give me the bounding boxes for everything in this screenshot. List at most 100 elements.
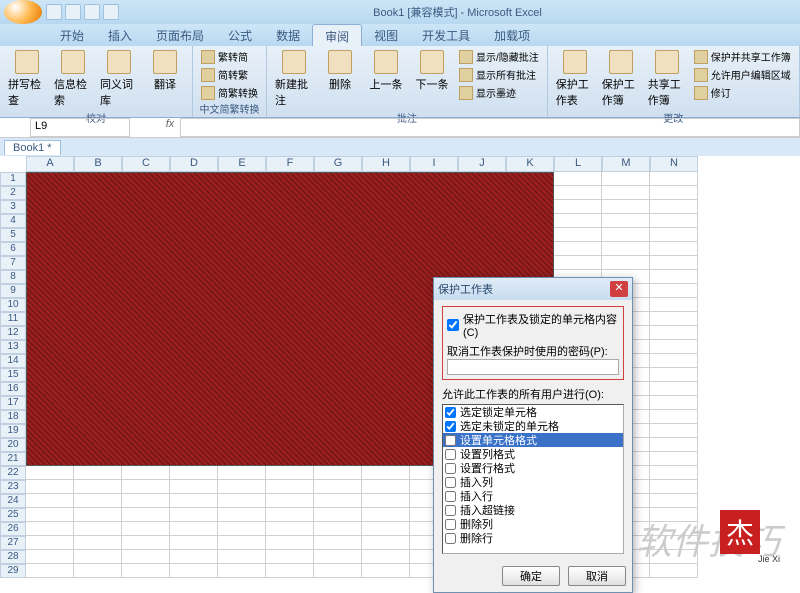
column-header[interactable]: C [122, 156, 170, 172]
protect-checkbox-input[interactable] [447, 319, 459, 331]
tab-data[interactable]: 数据 [264, 24, 312, 46]
row-header[interactable]: 7 [0, 256, 26, 270]
protect-sheet-button[interactable]: 保护工作表 [554, 48, 596, 110]
protect-share-button[interactable]: 保护并共享工作簿 [692, 48, 793, 65]
research-button[interactable]: 信息检索 [52, 48, 94, 110]
cell[interactable] [26, 480, 74, 494]
row-header[interactable]: 21 [0, 452, 26, 466]
row-header[interactable]: 6 [0, 242, 26, 256]
cell[interactable] [314, 480, 362, 494]
close-icon[interactable]: ✕ [610, 281, 628, 297]
permission-option[interactable]: 删除列 [443, 517, 623, 531]
cell[interactable] [650, 466, 698, 480]
new-comment-button[interactable]: 新建批注 [273, 48, 315, 110]
row-header[interactable]: 23 [0, 480, 26, 494]
tab-home[interactable]: 开始 [48, 24, 96, 46]
cell[interactable] [314, 550, 362, 564]
ok-button[interactable]: 确定 [502, 566, 560, 586]
permission-checkbox[interactable] [445, 491, 456, 502]
row-header[interactable]: 3 [0, 200, 26, 214]
row-header[interactable]: 9 [0, 284, 26, 298]
permission-option[interactable]: 设置列格式 [443, 447, 623, 461]
column-header[interactable]: K [506, 156, 554, 172]
tab-insert[interactable]: 插入 [96, 24, 144, 46]
protect-workbook-button[interactable]: 保护工作簿 [600, 48, 642, 110]
column-header[interactable]: H [362, 156, 410, 172]
row-header[interactable]: 2 [0, 186, 26, 200]
permission-checkbox[interactable] [445, 407, 456, 418]
permission-checkbox[interactable] [445, 421, 456, 432]
cell[interactable] [650, 494, 698, 508]
office-button[interactable] [4, 0, 42, 24]
row-header[interactable]: 28 [0, 550, 26, 564]
row-header[interactable]: 14 [0, 354, 26, 368]
row-header[interactable]: 27 [0, 536, 26, 550]
cell[interactable] [650, 172, 698, 186]
row-header[interactable]: 1 [0, 172, 26, 186]
cell[interactable] [170, 480, 218, 494]
cell[interactable] [362, 480, 410, 494]
cell[interactable] [218, 536, 266, 550]
allow-edit-ranges-button[interactable]: 允许用户编辑区域 [692, 66, 793, 83]
tab-review[interactable]: 审阅 [312, 24, 362, 46]
permission-option[interactable]: 插入行 [443, 489, 623, 503]
row-header[interactable]: 4 [0, 214, 26, 228]
cell[interactable] [602, 214, 650, 228]
cell[interactable] [650, 410, 698, 424]
cell[interactable] [650, 396, 698, 410]
cell[interactable] [650, 564, 698, 578]
qat-print-icon[interactable] [103, 4, 119, 20]
formula-input[interactable] [180, 118, 800, 137]
row-header[interactable]: 18 [0, 410, 26, 424]
cell[interactable] [554, 186, 602, 200]
cell[interactable] [74, 480, 122, 494]
show-all-comments-button[interactable]: 显示所有批注 [457, 66, 541, 83]
cell[interactable] [26, 494, 74, 508]
column-header[interactable]: N [650, 156, 698, 172]
cell[interactable] [170, 522, 218, 536]
row-header[interactable]: 11 [0, 312, 26, 326]
name-box[interactable]: L9 [30, 118, 130, 137]
cell[interactable] [650, 186, 698, 200]
cell[interactable] [122, 494, 170, 508]
translate-button[interactable]: 翻译 [144, 48, 186, 94]
cell[interactable] [26, 564, 74, 578]
cell[interactable] [218, 564, 266, 578]
next-comment-button[interactable]: 下一条 [411, 48, 453, 94]
cell[interactable] [26, 536, 74, 550]
cell[interactable] [650, 298, 698, 312]
tab-formulas[interactable]: 公式 [216, 24, 264, 46]
row-header[interactable]: 8 [0, 270, 26, 284]
cell[interactable] [650, 424, 698, 438]
delete-comment-button[interactable]: 删除 [319, 48, 361, 94]
cell[interactable] [602, 186, 650, 200]
column-header[interactable]: F [266, 156, 314, 172]
permission-checkbox[interactable] [445, 533, 456, 544]
cell[interactable] [314, 536, 362, 550]
column-header[interactable]: L [554, 156, 602, 172]
cell[interactable] [314, 466, 362, 480]
cell[interactable] [602, 172, 650, 186]
cell[interactable] [650, 270, 698, 284]
permission-option[interactable]: 选定未锁定的单元格 [443, 419, 623, 433]
row-header[interactable]: 26 [0, 522, 26, 536]
cell[interactable] [26, 466, 74, 480]
row-header[interactable]: 24 [0, 494, 26, 508]
tab-developer[interactable]: 开发工具 [410, 24, 482, 46]
row-header[interactable]: 17 [0, 396, 26, 410]
cell[interactable] [266, 494, 314, 508]
cell[interactable] [122, 536, 170, 550]
cell[interactable] [122, 522, 170, 536]
row-header[interactable]: 19 [0, 424, 26, 438]
cell[interactable] [170, 466, 218, 480]
cell[interactable] [122, 564, 170, 578]
cell[interactable] [602, 200, 650, 214]
cell[interactable] [362, 508, 410, 522]
column-header[interactable]: A [26, 156, 74, 172]
qat-save-icon[interactable] [46, 4, 62, 20]
cell[interactable] [74, 564, 122, 578]
row-header[interactable]: 20 [0, 438, 26, 452]
cell[interactable] [602, 228, 650, 242]
track-changes-button[interactable]: 修订 [692, 84, 793, 101]
permission-option[interactable]: 删除行 [443, 531, 623, 545]
